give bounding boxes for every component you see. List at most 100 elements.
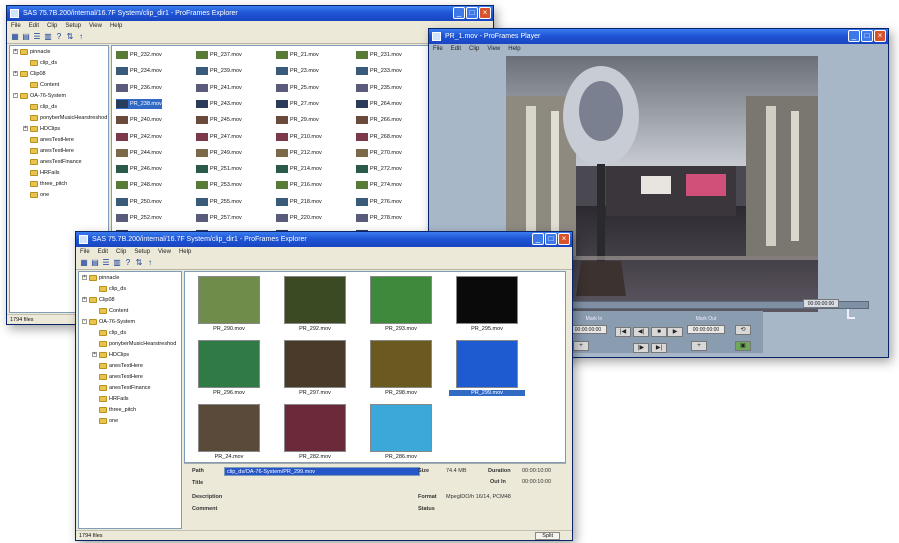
maximize-button[interactable]: □ [545,233,557,245]
path-field[interactable]: clip_ds/OA-76-System/PR_299.mov [224,467,420,476]
tree-node[interactable]: anesTestFinance [79,382,181,393]
explorer-front-titlebar[interactable]: SAS 75.7B.200/internal/16.7F System/clip… [76,232,572,247]
expand-toggle-icon[interactable]: - [13,93,18,98]
file-item[interactable]: PR_249.mov [196,148,242,158]
file-item[interactable]: PR_270.mov [356,148,402,158]
file-item[interactable]: PR_27.mov [276,99,319,109]
tree-node[interactable]: HRFails [79,393,181,404]
expand-toggle-icon[interactable] [23,115,28,120]
file-item[interactable]: PR_239.mov [196,66,242,76]
file-item[interactable]: PR_245.mov [196,115,242,125]
expand-toggle-icon[interactable]: + [82,275,87,280]
tree-node[interactable]: Content [79,305,181,316]
properties-icon[interactable]: ? [55,33,63,41]
tree-node[interactable]: + HDClips [10,123,108,134]
tree-node[interactable]: three_pitch [79,404,181,415]
skip-start-icon[interactable]: |◀ [615,327,631,337]
menu-item[interactable]: Clip [47,21,57,31]
export-button[interactable]: ▣ [735,341,751,351]
tree-node[interactable]: + pinnacle [79,272,181,283]
expand-toggle-icon[interactable] [23,181,28,186]
file-item[interactable]: PR_266.mov [356,115,402,125]
file-item[interactable]: PR_232.mov [116,50,162,60]
file-item[interactable]: PR_237.mov [196,50,242,60]
menu-item[interactable]: View [487,44,500,54]
tree-node[interactable]: + pinnacle [10,46,108,57]
menu-item[interactable]: View [89,21,102,31]
file-item[interactable]: PR_278.mov [356,213,402,223]
tree-node[interactable]: anesTestFinance [10,156,108,167]
split-button[interactable]: Split [535,532,560,540]
mark-in-button[interactable]: + [573,341,589,351]
list-icon[interactable]: ☰ [102,259,110,267]
expand-toggle-icon[interactable] [23,60,28,65]
thumbnail-item[interactable]: PR_299.mov [449,340,525,396]
menu-item[interactable]: View [158,247,171,257]
mark-out-timecode[interactable]: 00:00:00:00 [687,325,725,334]
maximize-button[interactable]: □ [466,7,478,19]
up-folder-icon[interactable]: ↑ [146,259,154,267]
tree-node[interactable]: clip_ds [10,101,108,112]
expand-toggle-icon[interactable] [92,308,97,313]
explorer-back-titlebar[interactable]: SAS 75.7B.200/internal/16.7F System/clip… [7,6,493,21]
file-item[interactable]: PR_240.mov [116,115,162,125]
menu-item[interactable]: Edit [451,44,461,54]
menu-item[interactable]: File [80,247,90,257]
thumbnail-item[interactable]: PR_282.mov [277,404,353,460]
menu-item[interactable]: Clip [469,44,479,54]
maximize-button[interactable]: □ [861,30,873,42]
tree-node[interactable]: + Clip08 [10,68,108,79]
close-button[interactable]: × [479,7,491,19]
file-item[interactable]: PR_23.mov [276,66,319,76]
expand-toggle-icon[interactable] [23,137,28,142]
expand-toggle-icon[interactable]: + [23,126,28,131]
file-item[interactable]: PR_255.mov [196,197,242,207]
file-item[interactable]: PR_272.mov [356,164,402,174]
file-item[interactable]: PR_247.mov [196,132,242,142]
close-button[interactable]: × [874,30,886,42]
thumbnail-item[interactable]: PR_290.mov [191,276,267,332]
tree-node[interactable]: anesTestHere [79,360,181,371]
expand-toggle-icon[interactable] [92,385,97,390]
volume-icon[interactable] [847,309,855,319]
skip-end-icon[interactable]: ▶| [651,343,667,353]
minimize-button[interactable]: _ [453,7,465,19]
thumbnail-item[interactable]: PR_24.mov [191,404,267,460]
menu-item[interactable]: Edit [98,247,108,257]
thumbnail-item[interactable]: PR_286.mov [363,404,439,460]
list-icon[interactable]: ☰ [33,33,41,41]
file-item[interactable]: PR_243.mov [196,99,242,109]
expand-toggle-icon[interactable] [92,407,97,412]
details-icon[interactable]: ▥ [44,33,52,41]
file-item[interactable]: PR_253.mov [196,180,242,190]
file-item[interactable]: PR_220.mov [276,213,322,223]
expand-toggle-icon[interactable] [23,148,28,153]
file-item[interactable]: PR_244.mov [116,148,162,158]
expand-toggle-icon[interactable] [23,192,28,197]
menu-item[interactable]: Clip [116,247,126,257]
file-item[interactable]: PR_234.mov [116,66,162,76]
file-item[interactable]: PR_236.mov [116,83,162,93]
expand-toggle-icon[interactable] [92,286,97,291]
thumbnail-item[interactable]: PR_292.mov [277,276,353,332]
file-item[interactable]: PR_233.mov [356,66,402,76]
file-item[interactable]: PR_218.mov [276,197,322,207]
expand-toggle-icon[interactable]: + [13,49,18,54]
tree-node[interactable]: anesTestHere [10,145,108,156]
minimize-button[interactable]: _ [848,30,860,42]
expand-toggle-icon[interactable] [92,330,97,335]
file-item[interactable]: PR_231.mov [356,50,402,60]
expand-toggle-icon[interactable] [92,374,97,379]
file-item[interactable]: PR_274.mov [356,180,402,190]
file-item[interactable]: PR_214.mov [276,164,322,174]
file-item[interactable]: PR_212.mov [276,148,322,158]
tree-node[interactable]: three_pitch [10,178,108,189]
file-item[interactable]: PR_251.mov [196,164,242,174]
tree-node[interactable]: clip_ds [79,327,181,338]
file-item[interactable]: PR_252.mov [116,213,162,223]
expand-toggle-icon[interactable] [92,341,97,346]
file-item[interactable]: PR_21.mov [276,50,319,60]
up-folder-icon[interactable]: ↑ [77,33,85,41]
file-item[interactable]: PR_238.mov [116,98,162,109]
mark-out-button[interactable]: + [691,341,707,351]
